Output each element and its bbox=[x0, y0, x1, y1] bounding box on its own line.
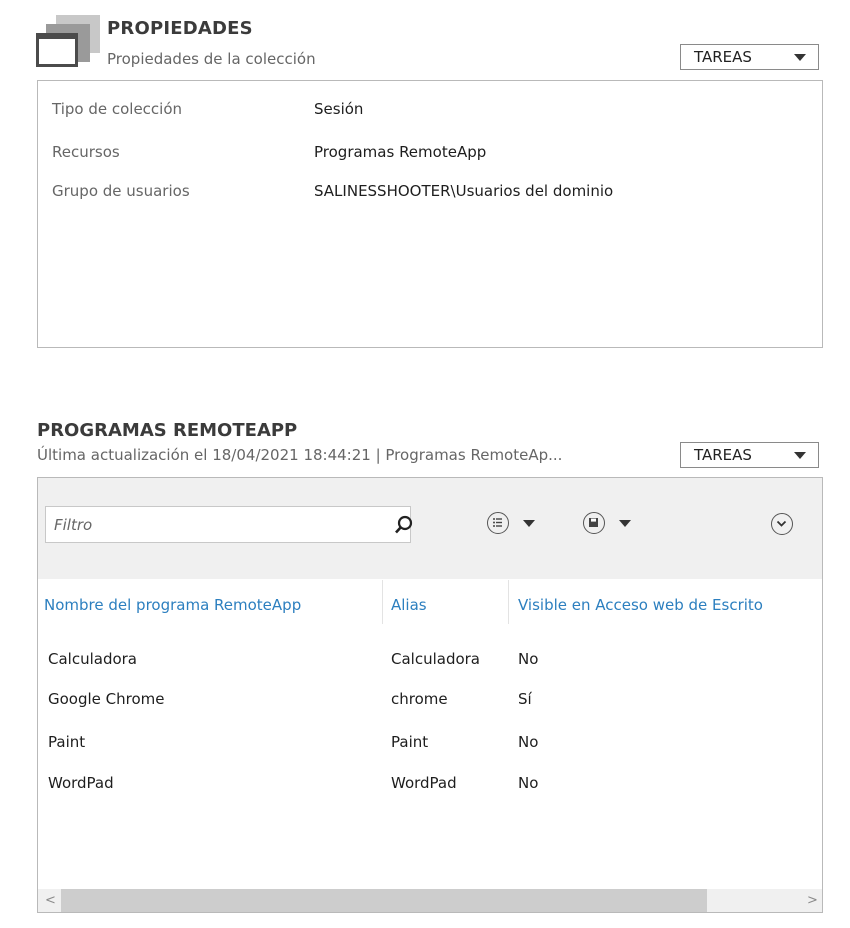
remoteapp-panel: Nombre del programa RemoteApp Alias Visi… bbox=[37, 477, 823, 913]
property-value: Sesión bbox=[314, 100, 364, 118]
list-view-button[interactable] bbox=[487, 512, 539, 536]
properties-tasks-button[interactable]: TAREAS bbox=[680, 44, 819, 70]
alias-cell: Calculadora bbox=[391, 650, 481, 668]
properties-title: PROPIEDADES bbox=[107, 18, 253, 39]
remoteapp-title: PROGRAMAS REMOTEAPP bbox=[37, 420, 298, 441]
save-query-button[interactable] bbox=[583, 512, 635, 536]
program-name-cell: Google Chrome bbox=[48, 690, 165, 708]
program-name-cell: Paint bbox=[48, 733, 86, 751]
column-divider[interactable] bbox=[382, 580, 383, 624]
property-key: Recursos bbox=[52, 143, 120, 161]
visible-cell: No bbox=[518, 650, 539, 668]
filter-box[interactable] bbox=[45, 506, 414, 543]
column-header-visible[interactable]: Visible en Acceso web de Escrito bbox=[518, 596, 763, 614]
horizontal-scrollbar[interactable]: < > bbox=[38, 889, 822, 912]
expand-chevron-icon[interactable] bbox=[771, 513, 793, 535]
search-icon[interactable] bbox=[394, 515, 414, 535]
scrollbar-thumb[interactable] bbox=[61, 889, 707, 912]
property-key: Tipo de colección bbox=[52, 100, 183, 118]
dropdown-arrow-icon bbox=[619, 520, 631, 527]
alias-cell: WordPad bbox=[391, 774, 457, 792]
visible-cell: Sí bbox=[518, 690, 532, 708]
column-divider[interactable] bbox=[508, 580, 509, 624]
properties-subtitle: Propiedades de la colección bbox=[107, 50, 316, 68]
remoteapp-tasks-button[interactable]: TAREAS bbox=[680, 442, 819, 468]
tasks-label: TAREAS bbox=[694, 48, 752, 66]
column-header-name[interactable]: Nombre del programa RemoteApp bbox=[44, 596, 301, 614]
remoteapp-toolbar bbox=[38, 478, 822, 579]
collection-window-icon bbox=[36, 15, 100, 67]
visible-cell: No bbox=[518, 733, 539, 751]
visible-cell: No bbox=[518, 774, 539, 792]
column-header-alias[interactable]: Alias bbox=[391, 596, 427, 614]
tasks-label: TAREAS bbox=[694, 446, 752, 464]
property-value: Programas RemoteApp bbox=[314, 143, 487, 161]
list-view-icon bbox=[487, 512, 509, 534]
alias-cell: chrome bbox=[391, 690, 448, 708]
remoteapp-last-updated: Última actualización el 18/04/2021 18:44… bbox=[37, 446, 563, 464]
dropdown-arrow-icon bbox=[523, 520, 535, 527]
scroll-left-arrow[interactable]: < bbox=[45, 893, 56, 908]
properties-panel: Tipo de colección Sesión Recursos Progra… bbox=[37, 80, 823, 348]
alias-cell: Paint bbox=[391, 733, 429, 751]
scroll-right-arrow[interactable]: > bbox=[807, 893, 818, 908]
property-value: SALINESSHOOTER\Usuarios del dominio bbox=[314, 182, 614, 200]
dropdown-arrow-icon bbox=[794, 452, 806, 459]
dropdown-arrow-icon bbox=[794, 54, 806, 61]
filter-input[interactable] bbox=[46, 507, 374, 542]
property-key: Grupo de usuarios bbox=[52, 182, 190, 200]
program-name-cell: Calculadora bbox=[48, 650, 138, 668]
save-icon bbox=[583, 512, 605, 534]
program-name-cell: WordPad bbox=[48, 774, 114, 792]
